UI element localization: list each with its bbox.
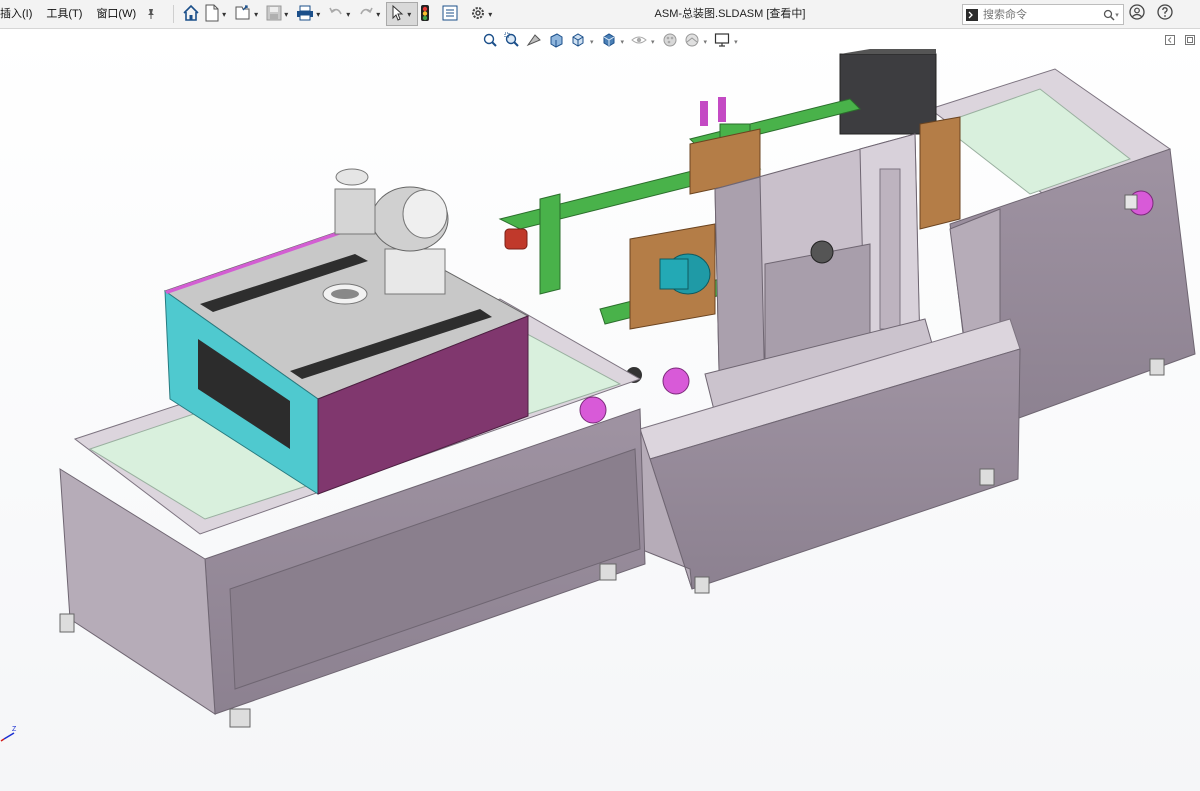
- select-button[interactable]: ▾: [386, 2, 419, 26]
- search-icon[interactable]: ▾: [1099, 9, 1123, 21]
- user-icon: [1129, 3, 1145, 23]
- print-dropdown-icon[interactable]: ▾: [316, 10, 320, 19]
- open-icon: [234, 4, 252, 25]
- redo-icon: [358, 5, 374, 24]
- command-prompt-icon: [963, 5, 981, 24]
- undo-dropdown-icon[interactable]: ▾: [346, 10, 350, 19]
- triad-z-label: Z: [12, 726, 17, 733]
- save-dropdown-icon[interactable]: ▾: [284, 10, 288, 19]
- traffic-light-icon: [420, 4, 430, 25]
- select-icon: [389, 4, 405, 25]
- help-button[interactable]: [1156, 3, 1174, 23]
- account-button[interactable]: [1128, 3, 1146, 23]
- toolbar-separator: [173, 5, 175, 23]
- menu-window[interactable]: 窗口(W): [89, 0, 143, 28]
- save-icon: [266, 5, 282, 24]
- options-button[interactable]: ▾: [468, 2, 498, 26]
- file-properties-icon: [442, 5, 458, 24]
- file-properties-button[interactable]: [440, 2, 460, 26]
- open-dropdown-icon[interactable]: ▾: [254, 10, 258, 19]
- pin-icon[interactable]: [143, 0, 159, 28]
- new-dropdown-icon[interactable]: ▾: [222, 10, 226, 19]
- home-icon: [182, 4, 200, 25]
- title-right-icons: [1128, 3, 1174, 23]
- save-button[interactable]: ▾: [264, 2, 294, 26]
- menu-bar: 插入(I) 工具(T) 窗口(W): [0, 0, 143, 28]
- document-title: ASM-总装图.SLDASM [查看中]: [654, 8, 806, 20]
- help-icon: [1157, 3, 1173, 23]
- menu-tools[interactable]: 工具(T): [39, 0, 89, 28]
- undo-button[interactable]: ▾: [326, 2, 356, 26]
- new-document-icon: [204, 4, 220, 25]
- standard-toolbar: ▾ ▾ ▾ ▾ ▾ ▾ ▾ ▾: [180, 0, 498, 28]
- redo-button[interactable]: ▾: [356, 2, 386, 26]
- undo-icon: [328, 5, 344, 24]
- rebuild-button[interactable]: [418, 2, 432, 26]
- redo-dropdown-icon[interactable]: ▾: [376, 10, 380, 19]
- search-input[interactable]: [981, 7, 1099, 22]
- home-button[interactable]: [180, 2, 202, 26]
- assembly-model[interactable]: Z: [0, 29, 1200, 791]
- print-icon: [296, 5, 314, 24]
- options-icon: [470, 5, 486, 24]
- select-dropdown-icon[interactable]: ▾: [407, 10, 411, 19]
- open-button[interactable]: ▾: [232, 2, 264, 26]
- search-box[interactable]: ▾: [962, 4, 1124, 25]
- options-dropdown-icon[interactable]: ▾: [488, 10, 492, 19]
- print-button[interactable]: ▾: [294, 2, 326, 26]
- graphics-area[interactable]: ▾ ▾ ▾ ▾ ▾ Z: [0, 29, 1200, 791]
- menu-insert[interactable]: 插入(I): [0, 0, 39, 28]
- coordinate-triad: [0, 732, 15, 742]
- title-bar: 插入(I) 工具(T) 窗口(W) ▾ ▾ ▾ ▾ ▾ ▾ ▾ ▾ ASM-总装…: [0, 0, 1200, 29]
- new-document-button[interactable]: ▾: [202, 2, 232, 26]
